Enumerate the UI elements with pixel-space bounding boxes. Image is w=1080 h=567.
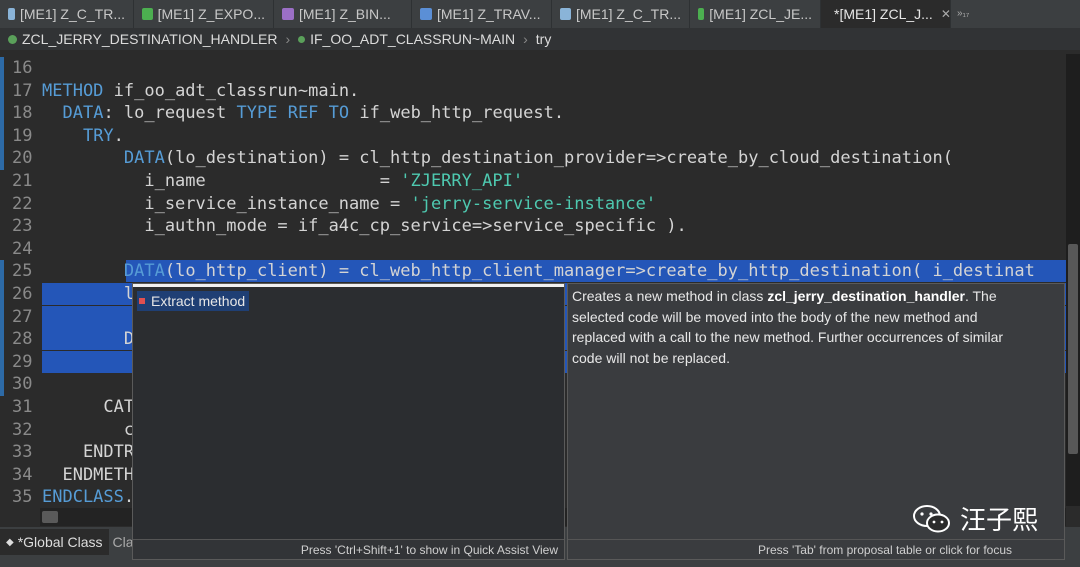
breadcrumb: ZCL_JERRY_DESTINATION_HANDLER › IF_OO_AD… (0, 28, 1080, 50)
line-number: 35 (12, 487, 33, 508)
quick-assist-popup: Extract method Press 'Ctrl+Shift+1' to s… (132, 283, 565, 560)
tab-label: [ME1] Z_EXPO... (157, 6, 265, 22)
entity-icon (420, 8, 432, 20)
code-line[interactable]: 20 DATA(lo_destination) = cl_http_destin… (0, 147, 1066, 169)
line-number: 30 (12, 374, 33, 395)
code-text: c (42, 419, 135, 440)
code-text: DATA: lo_request TYPE REF TO if_web_http… (62, 103, 565, 124)
line-number: 22 (12, 193, 33, 214)
tab-label: [ME1] ZCL_JE... (709, 6, 812, 22)
line-number: 27 (12, 306, 33, 327)
tab-label: [ME1] Z_TRAV... (437, 6, 541, 22)
line-number: 26 (12, 284, 33, 304)
code-line[interactable]: 21 i_name = 'ZJERRY_API' (0, 170, 1066, 192)
code-line[interactable]: 17 METHOD if_oo_adt_classrun~main. (0, 80, 1066, 102)
code-text: ENDCLASS. (42, 487, 135, 508)
code-text: i_service_instance_name = 'jerry-service… (42, 193, 657, 214)
scrollbar-thumb[interactable] (1068, 244, 1078, 454)
service-icon (142, 8, 153, 20)
breadcrumb-block[interactable]: try (536, 31, 552, 47)
watermark-text: 汪子熙 (960, 505, 1039, 535)
code-text: l (42, 284, 135, 304)
line-number: 17 (12, 80, 33, 101)
code-text: i_name = 'ZJERRY_API' (42, 171, 524, 191)
class-icon (698, 8, 705, 20)
tab-label: *[ME1] ZCL_J... (834, 6, 933, 22)
code-text: D (42, 329, 135, 350)
code-line[interactable]: 19 TRY. (0, 125, 1066, 147)
editor-tab[interactable]: [ME1] Z_C_TR... (552, 0, 690, 28)
line-number: 23 (12, 216, 33, 237)
editor-tab[interactable]: [ME1] Z_C_TR... (0, 0, 134, 28)
code-line[interactable]: 25 DATA(lo_http_client) = cl_web_http_cl… (0, 260, 1066, 283)
vertical-scrollbar[interactable] (1066, 54, 1080, 506)
wechat-icon (913, 504, 950, 532)
line-number: 29 (12, 351, 33, 372)
refactor-icon (139, 298, 145, 304)
class-name: zcl_jerry_destination_handler (767, 288, 965, 304)
code-text: DATA(lo_destination) = cl_http_destinati… (123, 148, 953, 169)
tab-label: [ME1] Z_BIN... (299, 6, 391, 22)
close-icon[interactable]: ✕ (941, 7, 951, 21)
code-line[interactable]: 23 i_authn_mode = if_a4c_cp_service=>ser… (0, 215, 1066, 237)
code-text: TRY. (82, 125, 124, 146)
tab-overflow-indicator[interactable]: »₁₇ (951, 0, 969, 28)
breadcrumb-method[interactable]: IF_OO_ADT_CLASSRUN~MAIN (310, 31, 515, 47)
code-text: ENDMETH (42, 464, 135, 485)
code-line[interactable]: 18 DATA: lo_request TYPE REF TO if_web_h… (0, 102, 1066, 124)
line-number: 18 (12, 103, 33, 124)
line-number: 24 (12, 238, 33, 259)
editor-tab[interactable]: [ME1] ZCL_JE... (690, 0, 821, 28)
class-icon (8, 34, 17, 44)
code-line[interactable]: 16 (0, 57, 1066, 79)
code-text: ENDTR (42, 442, 135, 463)
code-line[interactable]: 22 i_service_instance_name = 'jerry-serv… (0, 193, 1066, 215)
popup-top-edge (133, 284, 564, 287)
editor-tab[interactable]: [ME1] Z_EXPO... (134, 0, 274, 28)
change-marker (0, 260, 4, 396)
binding-icon (282, 8, 294, 20)
code-text: DATA(lo_http_client) = cl_web_http_clien… (123, 261, 1035, 282)
breadcrumb-separator: › (285, 31, 291, 47)
line-number: 20 (12, 148, 33, 169)
diamond-icon: ◆ (6, 536, 14, 548)
editor-tab-bar: [ME1] Z_C_TR... [ME1] Z_EXPO... [ME1] Z_BI… (0, 0, 1080, 29)
line-number: 34 (12, 464, 33, 485)
code-text: CAT (42, 397, 135, 417)
line-number: 16 (12, 58, 33, 78)
line-number: 28 (12, 329, 33, 350)
proposal-extract-method[interactable]: Extract method (137, 291, 250, 311)
tab-label: Cla (112, 534, 134, 550)
editor-tab[interactable]: [ME1] Z_BIN... (274, 0, 412, 28)
scrollbar-thumb[interactable] (42, 511, 58, 523)
code-text: METHOD if_oo_adt_classrun~main. (42, 80, 360, 101)
proposal-description: Creates a new method in class zcl_jerry_… (572, 288, 1004, 366)
editor-tab[interactable]: *[ME1] ZCL_J... ✕ (821, 0, 951, 28)
line-number: 25 (12, 261, 33, 282)
breadcrumb-class[interactable]: ZCL_JERRY_DESTINATION_HANDLER (22, 31, 277, 47)
change-marker (0, 57, 4, 170)
line-number: 32 (12, 419, 33, 440)
cds-view-icon (8, 8, 15, 20)
line-number: 31 (12, 397, 33, 417)
method-icon (298, 35, 306, 43)
tab-label: [ME1] Z_C_TR... (575, 6, 681, 22)
line-number: 21 (12, 171, 33, 191)
line-number: 19 (12, 125, 33, 146)
breadcrumb-separator: › (523, 31, 528, 47)
editor-tab[interactable]: [ME1] Z_TRAV... (412, 0, 552, 28)
tab-label: *Global Class (17, 534, 103, 550)
quick-assist-hint: Press 'Ctrl+Shift+1' to show in Quick As… (133, 539, 564, 559)
proposal-label: Extract method (151, 293, 246, 309)
code-text: i_authn_mode = if_a4c_cp_service=>servic… (42, 216, 687, 237)
watermark: 汪子熙 (912, 500, 1038, 537)
tab-label: [ME1] Z_C_TR... (19, 6, 125, 22)
code-line[interactable]: 24 (0, 238, 1066, 260)
tab-global-class[interactable]: ◆ *Global Class (0, 529, 109, 555)
projection-icon (560, 8, 571, 20)
line-number: 33 (12, 442, 33, 463)
focus-hint: Press 'Tab' from proposal table or click… (568, 539, 1064, 559)
